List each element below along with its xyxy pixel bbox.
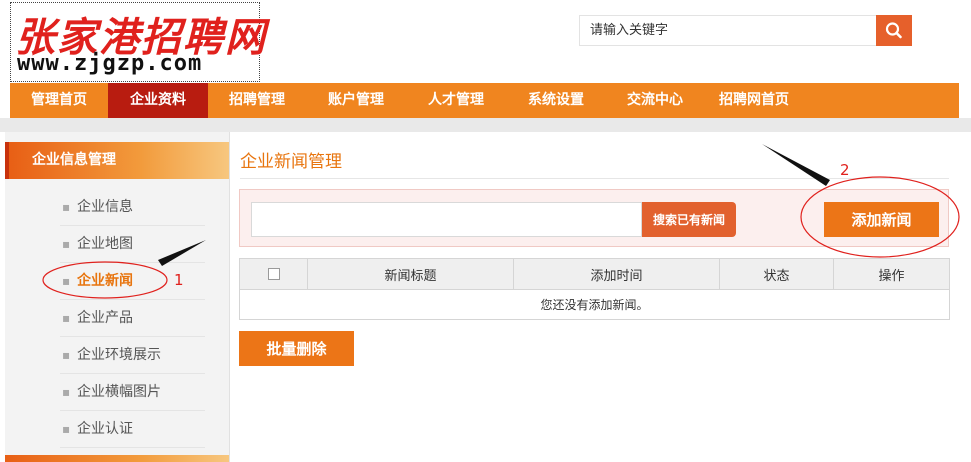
sidebar-item-label: 企业产品	[77, 310, 133, 326]
sidebar-item-label: 企业信息	[77, 199, 133, 215]
search-icon	[885, 22, 902, 39]
batch-delete-button[interactable]: 批量删除	[239, 331, 354, 366]
search-news-button[interactable]: 搜索已有新闻	[642, 202, 736, 237]
sidebar-title: 企业信息管理	[5, 142, 229, 179]
main-nav: 管理首页 企业资料 招聘管理 账户管理 人才管理 系统设置 交流中心 招聘网首页	[10, 83, 959, 118]
column-header-actions: 操作	[833, 258, 950, 290]
nav-item-admin-home[interactable]: 管理首页	[10, 83, 108, 118]
sidebar-menu: ▪ 企业信息 ▪ 企业地图 ▪ 企业新闻 ▪ 企业产品 ▪ 企业环境展示 ▪ 企业横幅图片 …	[60, 189, 205, 448]
sidebar-item-label: 企业新闻	[77, 273, 133, 289]
header: 张家港招聘网 www.zjgzp.com	[0, 0, 971, 83]
select-all-cell	[239, 258, 308, 290]
site-search	[579, 15, 912, 46]
news-table: 新闻标题 添加时间 状态 操作 您还没有添加新闻。	[239, 258, 950, 320]
sidebar: 企业信息管理 ▪ 企业信息 ▪ 企业地图 ▪ 企业新闻 ▪ 企业产品 ▪ 企业环境展示 ▪…	[5, 132, 230, 462]
nav-item-settings[interactable]: 系统设置	[506, 83, 606, 118]
column-header-status: 状态	[719, 258, 834, 290]
sidebar-item-environment[interactable]: ▪ 企业环境展示	[60, 337, 205, 374]
news-search-panel: 搜索已有新闻 添加新闻	[239, 189, 949, 247]
sidebar-item-company-info[interactable]: ▪ 企业信息	[60, 189, 205, 226]
site-logo[interactable]: 张家港招聘网 www.zjgzp.com	[10, 2, 265, 82]
column-header-time: 添加时间	[513, 258, 720, 290]
column-header-title: 新闻标题	[307, 258, 514, 290]
annotation-number-2: 2	[840, 161, 850, 179]
sidebar-bottom-bar	[5, 455, 229, 462]
sidebar-item-label: 企业地图	[77, 236, 133, 252]
sidebar-item-banner-images[interactable]: ▪ 企业横幅图片	[60, 374, 205, 411]
table-header-row: 新闻标题 添加时间 状态 操作	[239, 258, 950, 290]
sidebar-item-certification[interactable]: ▪ 企业认证	[60, 411, 205, 448]
bullet-icon: ▪	[62, 311, 71, 325]
annotation-arrow-2	[762, 144, 830, 186]
sidebar-item-label: 企业环境展示	[77, 347, 161, 363]
sidebar-item-label: 企业认证	[77, 421, 133, 437]
sidebar-item-company-map[interactable]: ▪ 企业地图	[60, 226, 205, 263]
bullet-icon: ▪	[62, 422, 71, 436]
nav-item-talent[interactable]: 人才管理	[406, 83, 506, 118]
nav-item-company-profile[interactable]: 企业资料	[108, 83, 208, 118]
keyword-search-input[interactable]	[579, 15, 876, 46]
bullet-icon: ▪	[62, 348, 71, 362]
bullet-icon: ▪	[62, 237, 71, 251]
nav-item-site-home[interactable]: 招聘网首页	[704, 83, 804, 118]
nav-item-community[interactable]: 交流中心	[606, 83, 704, 118]
bullet-icon: ▪	[62, 200, 71, 214]
search-button[interactable]	[876, 15, 912, 46]
nav-item-account[interactable]: 账户管理	[306, 83, 406, 118]
sidebar-item-company-products[interactable]: ▪ 企业产品	[60, 300, 205, 337]
page-title: 企业新闻管理	[240, 152, 342, 172]
empty-message: 您还没有添加新闻。	[239, 289, 950, 320]
nav-divider-band	[0, 118, 971, 132]
sidebar-item-label: 企业横幅图片	[77, 384, 161, 400]
annotation-number-1: 1	[174, 271, 184, 289]
logo-url: www.zjgzp.com	[17, 51, 203, 76]
bullet-icon: ▪	[62, 385, 71, 399]
table-row: 您还没有添加新闻。	[239, 289, 950, 320]
select-all-checkbox[interactable]	[267, 268, 280, 280]
bullet-icon: ▪	[62, 274, 71, 288]
add-news-button[interactable]: 添加新闻	[824, 202, 939, 237]
news-search-input[interactable]	[251, 202, 642, 237]
nav-item-recruitment[interactable]: 招聘管理	[208, 83, 306, 118]
